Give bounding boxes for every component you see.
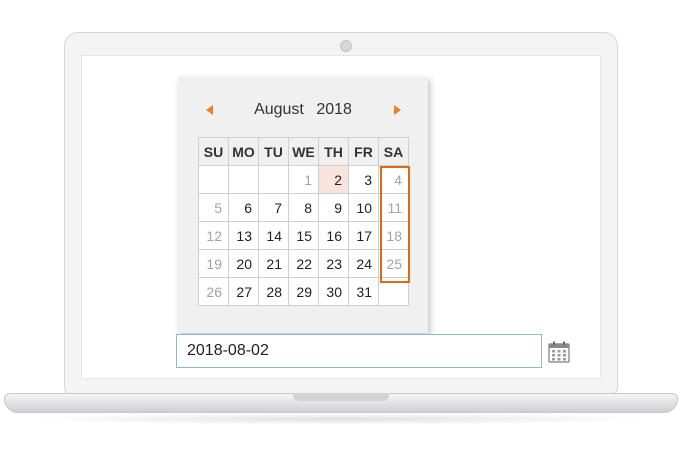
- day-cell[interactable]: 4: [378, 165, 409, 194]
- laptop-notch: [293, 393, 389, 401]
- weekday-fr: FR: [348, 137, 379, 166]
- day-cell[interactable]: 5: [198, 193, 229, 222]
- day-cell[interactable]: 17: [348, 221, 379, 250]
- day-cell[interactable]: 13: [228, 221, 259, 250]
- weekday-tu: TU: [258, 137, 289, 166]
- day-cell[interactable]: 15: [288, 221, 319, 250]
- day-cell[interactable]: 12: [198, 221, 229, 250]
- day-cell[interactable]: 1: [288, 165, 319, 194]
- month-year-label: August 2018: [178, 101, 428, 119]
- empty-day-cell: [258, 165, 289, 194]
- day-cell[interactable]: 8: [288, 193, 319, 222]
- day-cell-selected[interactable]: 2: [318, 165, 349, 194]
- day-cell[interactable]: 10: [348, 193, 379, 222]
- day-cell[interactable]: 27: [228, 277, 259, 306]
- day-cell[interactable]: 22: [288, 249, 319, 278]
- weekday-su: SU: [198, 137, 229, 166]
- day-cell[interactable]: 25: [378, 249, 409, 278]
- day-cell[interactable]: 7: [258, 193, 289, 222]
- day-cell[interactable]: 3: [348, 165, 379, 194]
- day-cell[interactable]: 9: [318, 193, 349, 222]
- year-label: 2018: [316, 101, 352, 118]
- day-cell[interactable]: 16: [318, 221, 349, 250]
- day-cell[interactable]: 20: [228, 249, 259, 278]
- weekday-header-row: SU MO TU WE TH FR SA: [198, 137, 409, 166]
- week-row: 19 20 21 22 23 24 25: [198, 249, 409, 278]
- webcam: [340, 40, 352, 52]
- day-cell[interactable]: 14: [258, 221, 289, 250]
- weekday-we: WE: [288, 137, 319, 166]
- day-cell[interactable]: 29: [288, 277, 319, 306]
- calendar-days: 1 2 3 4 5 6 7 8 9 10 11 12 13 14 15 16 17 18 19 20 21 22 23 24 2…: [198, 165, 409, 306]
- day-cell[interactable]: 30: [318, 277, 349, 306]
- day-cell[interactable]: 24: [348, 249, 379, 278]
- day-cell[interactable]: 31: [348, 277, 379, 306]
- date-picker-popup: August 2018 SU MO TU WE TH FR SA 1234567…: [178, 77, 428, 333]
- day-cell[interactable]: 6: [228, 193, 259, 222]
- date-input[interactable]: [176, 334, 542, 368]
- weekday-th: TH: [318, 137, 349, 166]
- day-cell[interactable]: 18: [378, 221, 409, 250]
- weekday-mo: MO: [228, 137, 259, 166]
- day-cell[interactable]: 23: [318, 249, 349, 278]
- week-row: 26 27 28 29 30 31: [198, 277, 409, 306]
- day-cell[interactable]: 19: [198, 249, 229, 278]
- weekday-sa: SA: [378, 137, 409, 166]
- calendar-icon[interactable]: [548, 341, 570, 363]
- day-cell[interactable]: 28: [258, 277, 289, 306]
- day-cell[interactable]: 11: [378, 193, 409, 222]
- month-label: August: [254, 101, 304, 118]
- empty-day-cell: [378, 277, 409, 306]
- week-row: 5 6 7 8 9 10 11: [198, 193, 409, 222]
- chevron-right-icon[interactable]: [394, 105, 401, 115]
- calendar-grid: SU MO TU WE TH FR SA 1 2 3 4 5 6 7 8 9 10 11 12 13 14…: [198, 137, 409, 306]
- empty-day-cell: [198, 165, 229, 194]
- day-cell[interactable]: 21: [258, 249, 289, 278]
- date-picker-header: August 2018: [178, 77, 428, 137]
- empty-day-cell: [228, 165, 259, 194]
- week-row: 12 13 14 15 16 17 18: [198, 221, 409, 250]
- laptop-shadow: [20, 413, 660, 425]
- week-row: 1234: [198, 165, 409, 194]
- day-cell[interactable]: 26: [198, 277, 229, 306]
